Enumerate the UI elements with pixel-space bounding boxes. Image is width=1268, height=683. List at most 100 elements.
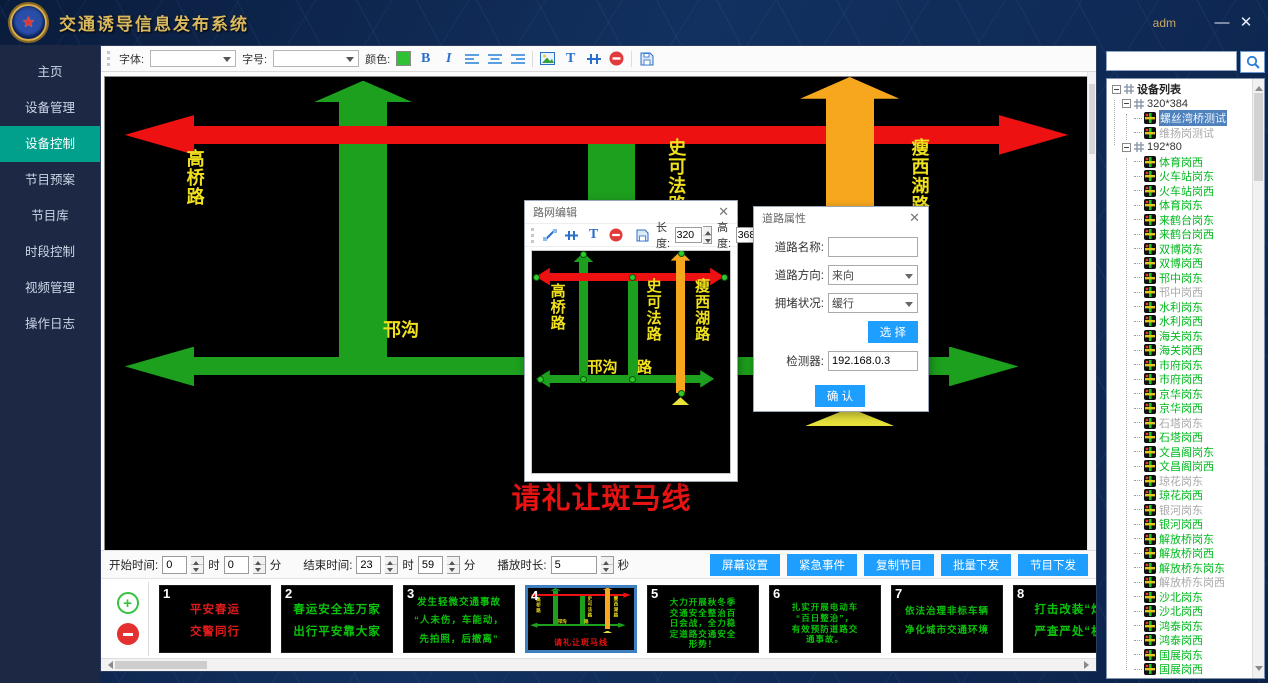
collapse-icon[interactable] bbox=[1122, 99, 1131, 108]
scroll-left-icon[interactable] bbox=[104, 661, 113, 669]
playlist-item-5[interactable]: 大力开展秋冬季交通安全整治百日会战，全力稳定道路交通安全形势！5 bbox=[647, 585, 759, 653]
size-combo[interactable] bbox=[273, 50, 359, 67]
scrollbar-thumb[interactable] bbox=[115, 661, 207, 669]
delete-icon[interactable] bbox=[608, 50, 625, 68]
tree-vertical-scrollbar[interactable] bbox=[1252, 79, 1264, 678]
tree-group[interactable]: 320*384 bbox=[1110, 97, 1252, 112]
collapse-icon[interactable] bbox=[1112, 85, 1121, 94]
sidebar-item-1[interactable]: 主页 bbox=[0, 54, 100, 90]
tree-root[interactable]: 设备列表 bbox=[1110, 82, 1252, 97]
font-combo[interactable] bbox=[150, 50, 236, 67]
action-button[interactable]: 屏幕设置 bbox=[710, 554, 780, 576]
tree-node-device[interactable]: 解放桥岗西 bbox=[1110, 546, 1252, 561]
remove-program-button[interactable] bbox=[117, 623, 139, 645]
tree-node-device[interactable]: 双博岗西 bbox=[1110, 256, 1252, 271]
sidebar-item-3[interactable]: 设备控制 bbox=[0, 126, 100, 162]
end-hour-input[interactable] bbox=[356, 556, 381, 574]
tree-node-device[interactable]: 邗中岗东 bbox=[1110, 271, 1252, 286]
playlist-item-4[interactable]: 高桥路史可法路瘦西湖路邗沟路请礼让斑马线4 bbox=[525, 585, 637, 653]
tree-node-device[interactable]: 银河岗西 bbox=[1110, 517, 1252, 532]
playlist-item-2[interactable]: 春运安全连万家出行平安靠大家2 bbox=[281, 585, 393, 653]
scroll-right-icon[interactable] bbox=[1084, 661, 1093, 669]
search-input[interactable] bbox=[1106, 51, 1237, 71]
italic-icon[interactable]: I bbox=[440, 50, 457, 68]
tree-node-device[interactable]: 解放桥岗东 bbox=[1110, 532, 1252, 547]
tree-node-device[interactable]: 鸿泰岗东 bbox=[1110, 619, 1252, 634]
sidebar-item-4[interactable]: 节目预案 bbox=[0, 162, 100, 198]
tree-node-device[interactable]: 海关岗东 bbox=[1110, 329, 1252, 344]
start-minute-stepper[interactable] bbox=[253, 556, 266, 574]
text-icon[interactable]: T bbox=[585, 226, 602, 244]
roadprops-close-icon[interactable]: ✕ bbox=[909, 210, 920, 226]
tree-node-device[interactable]: 水利岗西 bbox=[1110, 314, 1252, 329]
tree-node-device[interactable]: 来鹤台岗西 bbox=[1110, 227, 1252, 242]
tree-node-device[interactable]: 体育岗东 bbox=[1110, 198, 1252, 213]
image-icon[interactable] bbox=[539, 50, 556, 68]
color-swatch[interactable] bbox=[396, 51, 411, 66]
tree-node-device[interactable]: 琼花岗东 bbox=[1110, 474, 1252, 489]
search-button[interactable] bbox=[1240, 51, 1265, 73]
scrollbar-thumb[interactable] bbox=[1254, 93, 1263, 181]
end-hour-stepper[interactable] bbox=[385, 556, 398, 574]
playlist-item-1[interactable]: 平安春运交警同行1 bbox=[159, 585, 271, 653]
action-button[interactable]: 节目下发 bbox=[1018, 554, 1088, 576]
congestion-select[interactable]: 缓行 bbox=[828, 293, 918, 313]
tree-node-device[interactable]: 鸿泰岗西 bbox=[1110, 633, 1252, 648]
end-minute-stepper[interactable] bbox=[447, 556, 460, 574]
tree-node-device[interactable]: 文昌阁岗东 bbox=[1110, 445, 1252, 460]
align-right-icon[interactable] bbox=[509, 50, 526, 68]
roadnet-canvas[interactable]: 高桥路史可法路瘦西湖路邗沟路 bbox=[531, 250, 731, 474]
sidebar-item-6[interactable]: 时段控制 bbox=[0, 234, 100, 270]
bold-icon[interactable]: B bbox=[417, 50, 434, 68]
delete-icon[interactable] bbox=[607, 226, 624, 244]
tree-node-device[interactable]: 解放桥东岗东 bbox=[1110, 561, 1252, 576]
action-button[interactable]: 批量下发 bbox=[941, 554, 1011, 576]
roadnet-close-icon[interactable]: ✕ bbox=[718, 204, 729, 220]
length-input[interactable] bbox=[675, 227, 702, 243]
tree-group[interactable]: 192*80 bbox=[1110, 140, 1252, 155]
tree-node-device[interactable]: 石塔岗西 bbox=[1110, 430, 1252, 445]
scroll-down-icon[interactable] bbox=[1255, 666, 1263, 675]
playlist-item-3[interactable]: 发生轻微交通事故“人未伤，车能动，先拍照，后撤离”3 bbox=[403, 585, 515, 653]
sidebar-item-8[interactable]: 操作日志 bbox=[0, 306, 100, 342]
sidebar-item-5[interactable]: 节目库 bbox=[0, 198, 100, 234]
close-button[interactable]: ✕ bbox=[1234, 0, 1258, 45]
tree-node-device[interactable]: 琼花岗西 bbox=[1110, 488, 1252, 503]
tree-node-device[interactable]: 水利岗东 bbox=[1110, 300, 1252, 315]
confirm-button[interactable]: 确 认 bbox=[815, 385, 865, 407]
duration-input[interactable] bbox=[551, 556, 597, 574]
tree-node-device[interactable]: 京华岗西 bbox=[1110, 401, 1252, 416]
tree-node-device[interactable]: 体育岗西 bbox=[1110, 155, 1252, 170]
tree-node-device[interactable]: 国展岗东 bbox=[1110, 648, 1252, 663]
add-program-button[interactable]: + bbox=[117, 592, 139, 614]
tree-node-device[interactable]: 火车站岗东 bbox=[1110, 169, 1252, 184]
tree-node-device[interactable]: 国展岗西 bbox=[1110, 662, 1252, 677]
tree-node-device[interactable]: 海关岗西 bbox=[1110, 343, 1252, 358]
align-center-icon[interactable] bbox=[486, 50, 503, 68]
start-minute-input[interactable] bbox=[224, 556, 249, 574]
tree-node-device[interactable]: 螺丝湾桥测试 bbox=[1110, 111, 1252, 126]
playlist-item-7[interactable]: 依法治理非标车辆净化城市交通环境7 bbox=[891, 585, 1003, 653]
select-detector-button[interactable]: 选 择 bbox=[868, 321, 918, 343]
align-left-icon[interactable] bbox=[463, 50, 480, 68]
save-icon[interactable] bbox=[634, 226, 651, 244]
scroll-up-icon[interactable] bbox=[1255, 82, 1263, 91]
action-button[interactable]: 紧急事件 bbox=[787, 554, 857, 576]
tree-node-device[interactable]: 文昌阁岗西 bbox=[1110, 459, 1252, 474]
canvas-vertical-scrollbar[interactable] bbox=[1087, 72, 1096, 550]
tree-node-device[interactable]: 京华岗东 bbox=[1110, 387, 1252, 402]
tree-node-device[interactable]: 邗中岗西 bbox=[1110, 285, 1252, 300]
road-name-input[interactable] bbox=[828, 237, 918, 257]
text-icon[interactable]: T bbox=[562, 50, 579, 68]
tree-node-device[interactable]: 市府岗西 bbox=[1110, 372, 1252, 387]
road-crossing-icon[interactable] bbox=[585, 50, 602, 68]
sidebar-item-2[interactable]: 设备管理 bbox=[0, 90, 100, 126]
playlist-item-8[interactable]: 打击改装“炸严查严处“机8 bbox=[1013, 585, 1096, 653]
line-tool-icon[interactable] bbox=[541, 226, 558, 244]
playlist-item-6[interactable]: 扎实开展电动车“百日整治”，有效预防道路交通事故。6 bbox=[769, 585, 881, 653]
tree-node-device[interactable]: 沙北岗东 bbox=[1110, 590, 1252, 605]
tree-node-device[interactable]: 沙北岗西 bbox=[1110, 604, 1252, 619]
minimize-button[interactable]: — bbox=[1210, 0, 1234, 45]
action-button[interactable]: 复制节目 bbox=[864, 554, 934, 576]
tree-node-device[interactable]: 来鹤台岗东 bbox=[1110, 213, 1252, 228]
